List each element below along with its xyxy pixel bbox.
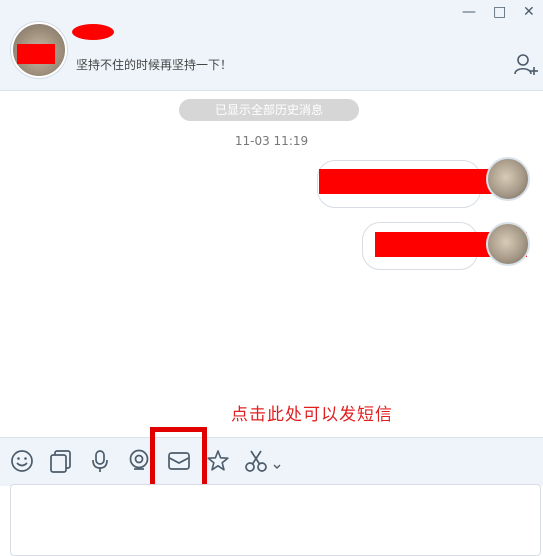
window-shake-button[interactable] [48, 448, 74, 474]
video-call-button[interactable] [126, 448, 152, 474]
my-avatar[interactable] [486, 222, 530, 266]
close-button[interactable]: ✕ [523, 4, 535, 20]
favorite-button[interactable] [205, 448, 231, 474]
emoji-button[interactable] [9, 448, 35, 474]
my-avatar[interactable] [486, 157, 530, 201]
screenshot-window-icon [50, 450, 71, 473]
chevron-down-icon [273, 464, 281, 469]
voice-button[interactable] [87, 448, 113, 474]
message-input[interactable] [10, 484, 541, 556]
sms-hint-annotation: 点击此处可以发短信 [231, 405, 393, 425]
webcam-icon [129, 449, 149, 470]
add-user-icon [514, 54, 538, 75]
message-timestamp: 11-03 11:19 [234, 134, 309, 148]
screenshot-button[interactable] [243, 448, 287, 474]
minimize-button[interactable]: — [462, 4, 476, 20]
emoji-icon [11, 450, 33, 472]
contact-name-redaction [72, 24, 114, 40]
contact-signature: 坚持不住的时候再坚持一下！ [76, 58, 233, 72]
avatar-redaction [17, 44, 55, 64]
history-notice[interactable]: 已显示全部历史消息 [179, 99, 359, 121]
microphone-icon [92, 450, 108, 472]
favorite-star-icon [207, 450, 229, 471]
sms-highlight-box [150, 427, 207, 489]
add-friend-button[interactable] [513, 52, 539, 76]
maximize-button[interactable]: □ [493, 4, 506, 20]
scissors-icon [245, 450, 281, 472]
chat-header: 坚持不住的时候再坚持一下！ — □ ✕ [0, 0, 543, 91]
